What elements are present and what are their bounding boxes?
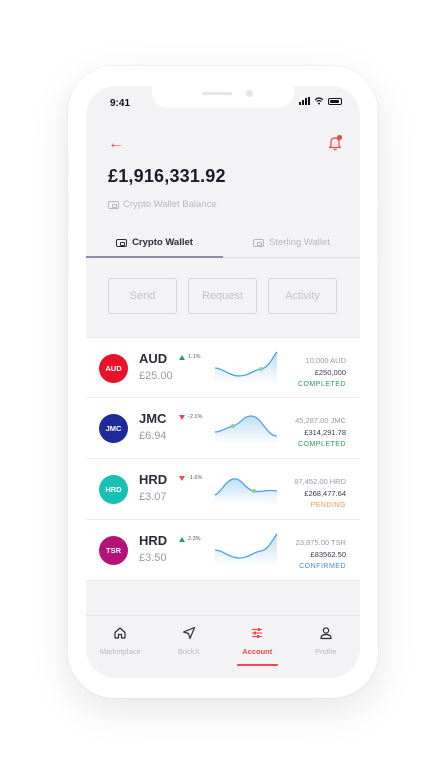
- asset-value-gbp: £268,477.64: [304, 489, 346, 498]
- asset-amount: 45,287.00 JMC: [295, 416, 346, 425]
- asset-symbol: AUD: [139, 351, 168, 366]
- price-change: 1.1%: [179, 354, 201, 360]
- status-badge: COMPLETED: [297, 381, 346, 388]
- coin-badge: TSR: [99, 536, 128, 565]
- asset-value-gbp: £83562.50: [310, 550, 346, 559]
- tab-crypto-wallet[interactable]: Crypto Wallet: [86, 228, 223, 258]
- status-badge: COMPLETED: [297, 441, 346, 448]
- balance-label-text: Crypto Wallet Balance: [123, 199, 217, 210]
- activity-button[interactable]: Activity: [268, 278, 337, 314]
- side-button: [65, 154, 69, 176]
- wallet-icon: [108, 200, 119, 209]
- nav-label: Marketplace: [99, 647, 141, 656]
- coin-badge: HRD: [99, 475, 128, 504]
- send-icon: [182, 626, 195, 640]
- notification-bell-icon[interactable]: [326, 134, 344, 152]
- volume-up-button: [65, 190, 69, 230]
- tab-label: Sterling Wallet: [269, 237, 330, 248]
- asset-price: £3.50: [139, 552, 167, 564]
- coin-badge: AUD: [99, 354, 128, 383]
- bottom-nav: Marketplace BrickX Account Profile: [86, 615, 360, 678]
- sparkline-chart: [214, 351, 278, 384]
- wallet-icon: [116, 238, 128, 247]
- asset-amount: 23,875.00 TSR: [295, 538, 346, 547]
- sparkline-chart: [214, 478, 278, 505]
- asset-symbol: HRD: [139, 533, 168, 548]
- nav-item-marketplace[interactable]: Marketplace: [86, 616, 155, 678]
- sparkline-chart: [214, 533, 278, 566]
- asset-symbol: JMC: [139, 411, 167, 426]
- asset-value-gbp: £314,291.78: [304, 428, 346, 437]
- asset-amount: 10,000 AUD: [305, 356, 346, 365]
- trend-down-icon: [179, 414, 185, 420]
- price-change: -1.6%: [179, 475, 202, 481]
- asset-price: £6.94: [139, 430, 167, 442]
- change-value: -1.6%: [188, 475, 203, 481]
- asset-amount: 87,452.00 HRD: [294, 477, 346, 486]
- wallet-balance: £1,916,331.92: [108, 166, 226, 186]
- trend-down-icon: [179, 475, 185, 481]
- request-button[interactable]: Request: [188, 278, 257, 314]
- asset-price: £25.00: [139, 370, 173, 382]
- asset-price: £3.07: [139, 491, 167, 503]
- change-value: 2.3%: [188, 536, 201, 542]
- app-screen: 9:41 ← £1,916,331.92 Crypto Wallet Balan…: [86, 86, 360, 678]
- send-button[interactable]: Send: [108, 278, 177, 314]
- asset-row[interactable]: HRD HRD -1.6% £3.07 87,452.00 HRD £268,4…: [86, 459, 360, 520]
- nav-label: Account: [242, 647, 273, 656]
- trend-up-icon: [179, 536, 185, 542]
- sliders-icon: [252, 628, 263, 638]
- asset-row[interactable]: TSR HRD 2.3% £3.50 23,875.00 TSR £83562.…: [86, 520, 360, 581]
- change-value: -2.1%: [188, 414, 203, 420]
- wallet-tabs: Crypto Wallet Sterling Wallet: [86, 228, 360, 258]
- status-bar: 9:41: [86, 86, 360, 116]
- power-button: [377, 206, 381, 262]
- nav-item-profile[interactable]: Profile: [292, 616, 361, 678]
- balance-label: Crypto Wallet Balance: [108, 199, 217, 210]
- nav-label: BrickX: [177, 647, 200, 656]
- battery-icon: [328, 97, 342, 105]
- tab-label: Crypto Wallet: [132, 237, 193, 248]
- back-arrow-icon[interactable]: ←: [108, 136, 124, 152]
- change-value: 1.1%: [188, 354, 201, 360]
- action-buttons: Send Request Activity: [108, 278, 337, 314]
- wallet-icon: [253, 238, 265, 247]
- price-change: 2.3%: [179, 536, 201, 542]
- price-change: -2.1%: [179, 414, 202, 420]
- nav-item-account[interactable]: Account: [223, 616, 292, 678]
- user-icon: [320, 627, 332, 640]
- status-time: 9:41: [110, 98, 131, 109]
- home-icon: [114, 627, 126, 639]
- tab-sterling-wallet[interactable]: Sterling Wallet: [223, 228, 360, 257]
- asset-value-gbp: £250,000: [314, 368, 346, 377]
- trend-up-icon: [179, 354, 185, 360]
- sparkline-chart: [214, 415, 278, 444]
- status-badge: PENDING: [310, 502, 346, 509]
- nav-label: Profile: [315, 647, 337, 656]
- asset-symbol: HRD: [139, 472, 168, 487]
- asset-list: AUD AUD 1.1% £25.00 10,000 AUD £250,000 …: [86, 337, 360, 581]
- coin-badge: JMC: [99, 414, 128, 443]
- asset-row[interactable]: JMC JMC -2.1% £6.94 45,287.00 JMC £314,2…: [86, 398, 360, 459]
- status-icons: [299, 97, 342, 105]
- volume-down-button: [65, 238, 69, 278]
- signal-icon: [299, 97, 310, 105]
- wifi-icon: [314, 97, 324, 105]
- status-badge: CONFIRMED: [299, 563, 346, 570]
- asset-row[interactable]: AUD AUD 1.1% £25.00 10,000 AUD £250,000 …: [86, 337, 360, 398]
- nav-item-brickx[interactable]: BrickX: [155, 616, 224, 678]
- phone-frame: 9:41 ← £1,916,331.92 Crypto Wallet Balan…: [65, 66, 381, 698]
